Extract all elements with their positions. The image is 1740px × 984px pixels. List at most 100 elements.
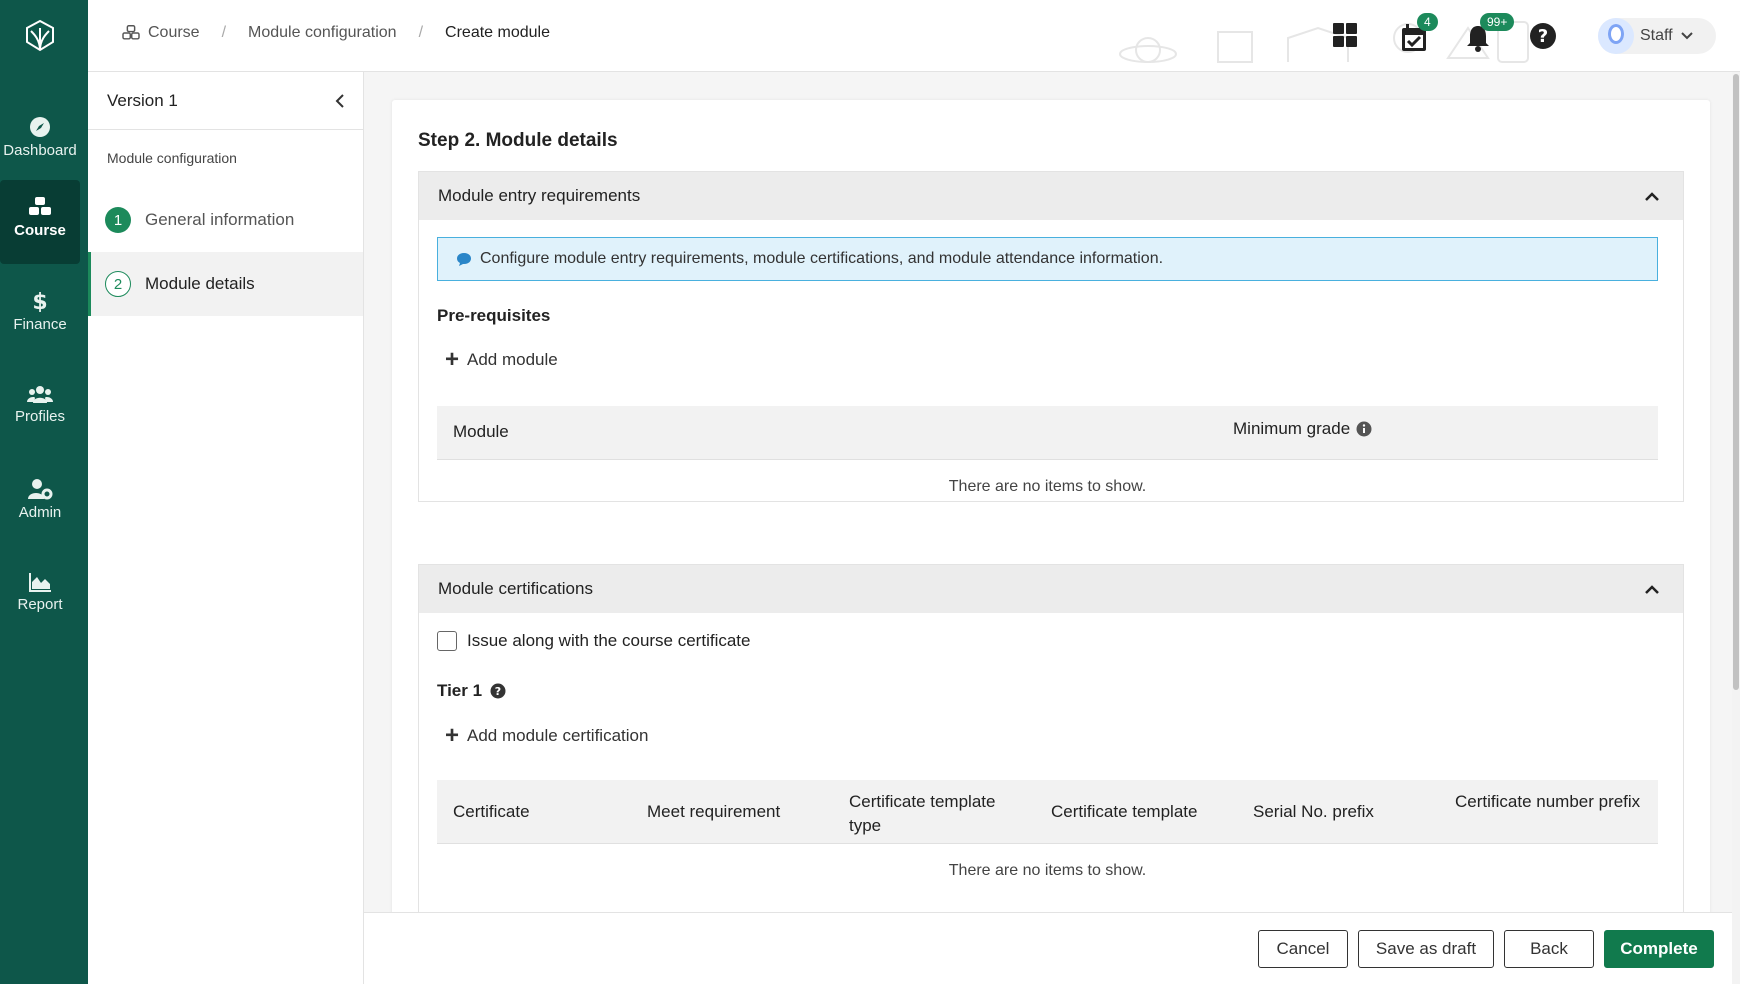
tier-title-label: Tier 1 [437, 681, 483, 700]
module-details-card: Step 2. Module details Module entry requ… [392, 100, 1710, 912]
nav-item-report[interactable]: Report [0, 556, 80, 640]
prerequisites-table: Module Minimum grade There are no items … [437, 406, 1658, 496]
column-certificate-template: Certificate template [1051, 802, 1198, 821]
page-scrollbar[interactable] [1732, 72, 1740, 984]
nav-item-finance[interactable]: $ Finance [0, 274, 80, 358]
main-content: Step 2. Module details Module entry requ… [364, 72, 1732, 912]
scrollbar-thumb[interactable] [1733, 74, 1739, 690]
empty-message: There are no items to show. [948, 478, 1147, 495]
compass-icon [30, 117, 50, 137]
nav-item-admin[interactable]: Admin [0, 462, 80, 546]
info-text: Configure module entry requirements, mod… [480, 250, 1164, 267]
save-draft-button[interactable]: Save as draft [1358, 930, 1494, 968]
tier-title: Tier 1 ? [437, 681, 506, 701]
entry-requirements-header[interactable]: Module entry requirements [419, 172, 1683, 220]
nav-label: Finance [13, 316, 67, 333]
course-icon [122, 25, 140, 40]
chevron-up-icon[interactable] [1645, 191, 1659, 201]
app-logo[interactable] [22, 18, 58, 54]
step-number: 1 [105, 207, 131, 233]
column-certificate-number-prefix: Certificate number prefix [1455, 792, 1641, 811]
back-button[interactable]: Back [1504, 930, 1594, 968]
breadcrumb-course[interactable]: Course [148, 24, 200, 42]
cancel-button[interactable]: Cancel [1258, 930, 1348, 968]
issue-with-course-certificate[interactable]: Issue along with the course certificate [437, 631, 750, 651]
chevron-left-icon[interactable] [335, 93, 345, 108]
step-label: General information [145, 210, 295, 229]
nav-label: Course [14, 222, 66, 239]
page-title: Step 2. Module details [418, 130, 618, 151]
column-serial-no-prefix: Serial No. prefix [1253, 802, 1374, 821]
step-section-title: Module configuration [107, 150, 237, 166]
column-minimum-grade: Minimum grade [1233, 419, 1372, 439]
breadcrumb: Course / Module configuration / Create m… [122, 24, 550, 42]
nav-item-profiles[interactable]: Profiles [0, 368, 80, 452]
column-minimum-grade-label: Minimum grade [1233, 419, 1351, 438]
panel-title: Module certifications [438, 579, 593, 598]
top-header: Course / Module configuration / Create m… [88, 0, 1740, 72]
action-footer: Cancel Save as draft Back Complete [364, 912, 1732, 984]
nav-label: Report [17, 596, 63, 613]
prerequisites-title: Pre-requisites [437, 306, 551, 325]
nav-label: Profiles [14, 408, 66, 425]
nav-label: Admin [18, 504, 62, 521]
svg-text:?: ? [495, 685, 501, 698]
add-module-button[interactable]: + Add module [445, 346, 558, 373]
add-certification-label: Add module certification [467, 726, 649, 745]
nav-item-dashboard[interactable]: Dashboard [0, 100, 80, 184]
plus-icon: + [445, 722, 460, 749]
table-header: Certificate Meet requirement Certificate… [437, 780, 1658, 844]
help-icon[interactable]: ? [1529, 22, 1557, 50]
tasks-count-badge: 4 [1417, 13, 1438, 31]
notifications-count-badge: 99+ [1480, 13, 1515, 31]
question-circle-icon[interactable]: ? [490, 683, 506, 699]
info-circle-icon[interactable] [1356, 421, 1372, 437]
left-navigation: Dashboard Course $ Finance Profiles Admi… [0, 0, 88, 984]
column-module: Module [453, 422, 509, 441]
avatar [1598, 18, 1634, 54]
step-module-details[interactable]: 2 Module details [88, 252, 363, 316]
add-module-certification-button[interactable]: + Add module certification [445, 722, 649, 749]
course-icon [29, 197, 51, 215]
plus-icon: + [445, 346, 460, 373]
column-certificate-template-type: Certificate template type [849, 792, 996, 835]
version-row: Version 1 [88, 72, 363, 130]
svg-text:?: ? [1538, 26, 1548, 47]
issue-with-course-checkbox[interactable] [437, 631, 457, 651]
users-icon [27, 386, 53, 403]
apps-grid-icon[interactable] [1332, 22, 1358, 48]
svg-text:$: $ [32, 290, 47, 312]
empty-message: There are no items to show. [948, 862, 1147, 879]
step-label: Module details [145, 274, 255, 293]
user-gear-icon [28, 479, 53, 500]
nav-item-course[interactable]: Course [0, 180, 80, 264]
user-menu[interactable]: Staff [1598, 18, 1716, 54]
step-number: 2 [105, 271, 131, 297]
info-message: Configure module entry requirements, mod… [437, 237, 1658, 281]
module-certifications-panel: Module certifications Issue along with t… [418, 564, 1684, 912]
complete-button[interactable]: Complete [1604, 930, 1714, 968]
entry-requirements-panel: Module entry requirements Configure modu… [418, 171, 1684, 502]
certifications-table: Certificate Meet requirement Certificate… [437, 780, 1658, 880]
version-label: Version 1 [107, 90, 178, 110]
user-name: Staff [1640, 27, 1673, 44]
panel-title: Module entry requirements [438, 186, 641, 205]
chevron-up-icon[interactable] [1645, 584, 1659, 594]
chevron-down-icon [1680, 32, 1693, 40]
column-meet-requirement: Meet requirement [647, 802, 781, 821]
breadcrumb-separator: / [221, 24, 227, 41]
step-general-information[interactable]: 1 General information [88, 188, 363, 252]
add-module-label: Add module [467, 350, 558, 369]
column-certificate: Certificate [453, 802, 530, 821]
breadcrumb-separator: / [418, 24, 424, 41]
nav-label: Dashboard [3, 142, 77, 159]
module-certifications-header[interactable]: Module certifications [419, 565, 1683, 613]
breadcrumb-module-configuration[interactable]: Module configuration [248, 24, 397, 42]
breadcrumb-create-module: Create module [445, 24, 550, 41]
area-chart-icon [29, 573, 51, 592]
table-header: Module Minimum grade [437, 406, 1658, 460]
steps-sidebar: Version 1 Module configuration 1 General… [88, 72, 364, 984]
checkbox-label: Issue along with the course certificate [467, 631, 751, 650]
dollar-icon: $ [32, 290, 47, 312]
speech-bubble-icon [457, 252, 471, 266]
